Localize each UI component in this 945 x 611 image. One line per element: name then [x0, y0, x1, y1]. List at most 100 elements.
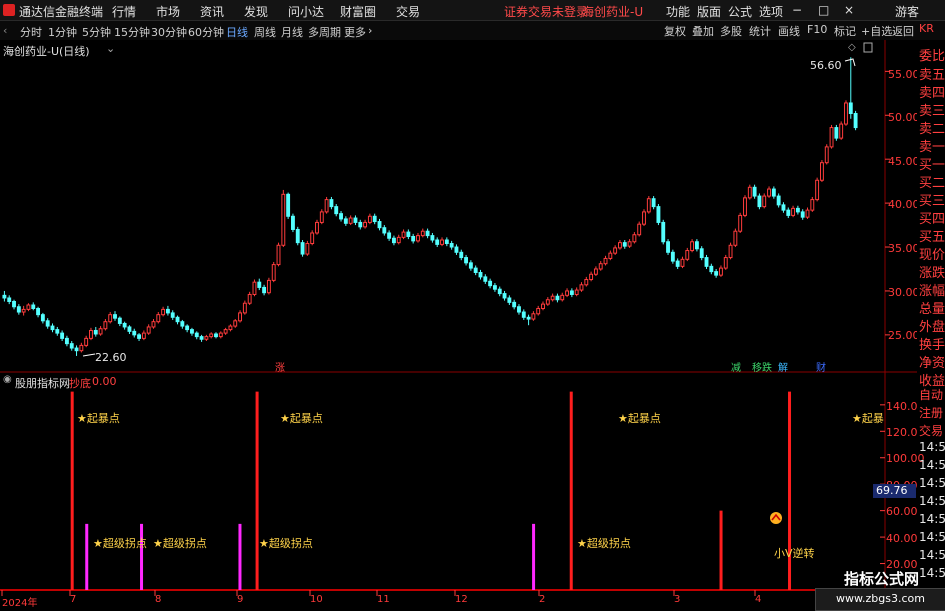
toolbar-btn-mark[interactable]: 标记	[834, 23, 856, 39]
kline-chart[interactable]: ◇	[0, 40, 917, 609]
toolbar-btn-draw[interactable]: 画线	[778, 23, 800, 39]
chevron-right-icon[interactable]: ›	[368, 24, 372, 37]
candle-body	[848, 102, 853, 115]
candle-body	[391, 237, 396, 244]
menu-item-layout[interactable]: 版面	[697, 3, 721, 20]
period-tab-more[interactable]: 更多	[344, 24, 366, 40]
menu-item-trade[interactable]: 交易	[396, 3, 420, 20]
toolbar-nav-icon[interactable]: ‹	[3, 24, 7, 37]
candle-body	[632, 234, 637, 243]
menu-item-discover[interactable]: 发现	[244, 3, 268, 20]
menu-item-function[interactable]: 功能	[666, 3, 690, 20]
sidebar-top-label[interactable]: KR	[919, 22, 934, 35]
candle-body	[618, 242, 622, 249]
x-axis-label: 12	[455, 594, 468, 605]
login-notice[interactable]: 证券交易未登录	[504, 3, 588, 20]
event-badge-move[interactable]: 移跌	[752, 359, 772, 374]
price-tick: 25.00	[888, 329, 920, 342]
candle-body	[810, 199, 815, 211]
candle-body	[396, 236, 401, 244]
candle-body	[64, 337, 69, 345]
candle-body	[141, 332, 146, 339]
indicator-toggle-icon[interactable]: ◉	[3, 374, 12, 385]
menu-item-market-center[interactable]: 市场	[156, 3, 180, 20]
candle-body	[89, 329, 93, 339]
candle-body	[127, 326, 132, 332]
candle-body	[473, 267, 478, 274]
candle-body	[815, 179, 820, 201]
menu-item-formula[interactable]: 公式	[728, 3, 752, 20]
toolbar-btn-back[interactable]: 返回	[892, 23, 914, 39]
period-toolbar: ‹ 分时 1分钟 5分钟 15分钟 30分钟 60分钟 日线 周线 月线 多周期…	[0, 21, 945, 41]
candle-body	[839, 123, 844, 139]
period-tab[interactable]: 30分钟	[151, 24, 187, 40]
candle-body	[661, 221, 666, 243]
menu-item-wealth[interactable]: 财富圈	[340, 3, 376, 20]
candle-body	[642, 211, 646, 225]
toolbar-btn-multi[interactable]: 多股	[720, 23, 742, 39]
candle-body	[252, 281, 257, 295]
candle-body	[2, 294, 7, 299]
toolbar-btn-stats[interactable]: 统计	[749, 23, 771, 39]
toolbar-btn-overlay[interactable]: 叠加	[692, 23, 714, 39]
guest-label[interactable]: 游客	[895, 3, 919, 20]
candle-body	[675, 260, 680, 267]
price-tick: 30.00	[888, 286, 920, 299]
period-tab[interactable]: 周线	[254, 24, 276, 40]
candle-body	[262, 286, 267, 294]
candle-body	[45, 320, 50, 327]
menu-item-news[interactable]: 资讯	[200, 3, 224, 20]
dropdown-chevron-icon[interactable]: ⌄	[106, 42, 115, 55]
candle-body	[291, 215, 295, 230]
candle-body	[7, 297, 12, 302]
candle-body	[646, 198, 651, 213]
candle-body	[488, 280, 493, 287]
event-badge-reduce[interactable]: 减	[731, 359, 741, 374]
candle-body	[228, 325, 233, 331]
x-axis-label: 10	[310, 594, 323, 605]
sidebar-register-button[interactable]: 注册	[919, 404, 943, 421]
menu-item-ask[interactable]: 问小达	[288, 3, 324, 20]
maximize-icon[interactable]: □	[818, 3, 829, 17]
signal-label-major: ★起暴点	[77, 412, 120, 425]
trade-time: 14:56	[919, 476, 945, 490]
period-tab-active[interactable]: 日线	[226, 24, 248, 40]
period-tab[interactable]: 多周期	[308, 24, 341, 40]
candle-body	[93, 329, 98, 335]
candle-body	[598, 263, 603, 270]
period-tab[interactable]: 分时	[20, 24, 42, 40]
event-badge-up[interactable]: 涨	[275, 359, 285, 374]
minimize-icon[interactable]: −	[792, 3, 802, 17]
period-tab[interactable]: 5分钟	[82, 24, 111, 40]
candle-body	[117, 317, 122, 324]
candle-body	[387, 232, 392, 239]
candle-body	[21, 308, 26, 313]
candle-body	[512, 301, 517, 308]
period-tab[interactable]: 60分钟	[188, 24, 224, 40]
toolbar-btn-adjust[interactable]: 复权	[664, 23, 686, 39]
event-badge-finance[interactable]: 财	[816, 359, 826, 374]
candle-body	[156, 314, 161, 323]
menu-item-options[interactable]: 选项	[759, 3, 783, 20]
x-axis-label: 4	[755, 594, 762, 605]
high-price-label: 56.60	[810, 59, 842, 72]
toolbar-btn-f10[interactable]: F10	[807, 23, 827, 36]
watermark-url: www.zbgs3.com	[836, 592, 925, 605]
candle-body	[74, 347, 79, 352]
period-tab[interactable]: 1分钟	[48, 24, 77, 40]
candle-body	[108, 314, 113, 323]
period-tab[interactable]: 15分钟	[114, 24, 150, 40]
svg-text:◇: ◇	[848, 42, 856, 53]
menu-item-market[interactable]: 行情	[112, 3, 136, 20]
period-tab[interactable]: 月线	[281, 24, 303, 40]
indicator-tick: 40.00	[886, 532, 918, 545]
toolbar-btn-add-favorite[interactable]: +自选	[861, 23, 892, 39]
sidebar-trade-button[interactable]: 交易	[919, 422, 943, 439]
sidebar-auto-button[interactable]: 自动	[919, 386, 943, 403]
candle-body	[98, 328, 103, 335]
close-icon[interactable]: ×	[844, 3, 854, 17]
candle-body	[367, 215, 372, 223]
indicator-name[interactable]: 股朋指标网	[15, 375, 70, 391]
event-badge-unlock[interactable]: 解	[778, 359, 788, 374]
watermark-title: 指标公式网	[844, 570, 920, 588]
